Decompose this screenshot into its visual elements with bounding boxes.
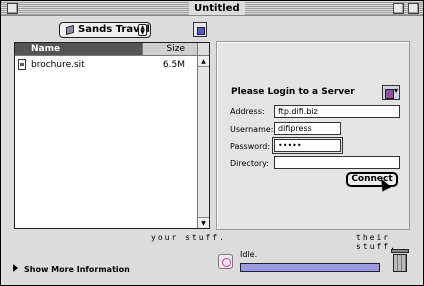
column-size-header[interactable]: Size <box>142 43 197 55</box>
status-text: Idle. <box>240 250 258 259</box>
username-label: Username: <box>230 125 274 134</box>
desktop-button[interactable] <box>193 22 207 37</box>
activity-spinner-icon <box>218 254 233 269</box>
local-file-list[interactable]: Name Size brochure.sit 6.5M ▲ ▼ <box>14 42 210 229</box>
ftp-client-window: Untitled Sands Travel ▲ ▼ Name Size broch… <box>0 0 424 286</box>
trash-icon[interactable] <box>391 249 409 273</box>
window-title: Untitled <box>189 2 245 15</box>
popup-arrows-icon: ▲ ▼ <box>138 24 147 36</box>
progress-bar <box>240 263 380 272</box>
their-stuff-caption: their stuff. <box>356 233 397 251</box>
login-panel <box>216 41 410 230</box>
username-field[interactable]: difipress <box>274 122 341 135</box>
column-name-header[interactable]: Name <box>15 43 142 55</box>
zoom-box[interactable] <box>393 3 404 14</box>
show-more-information-label: Show More Information <box>24 265 130 274</box>
disclosure-triangle-icon[interactable] <box>13 264 18 272</box>
password-field[interactable]: ••••• <box>272 137 343 154</box>
trash-lid <box>391 249 409 253</box>
file-size: 6.5M <box>162 60 185 70</box>
folder-icon <box>66 24 74 36</box>
sort-direction-button[interactable] <box>197 43 209 56</box>
login-heading: Please Login to a Server <box>231 87 355 97</box>
password-label: Password: <box>230 142 271 151</box>
vertical-scrollbar[interactable]: ▲ ▼ <box>197 56 209 228</box>
address-label: Address: <box>230 107 265 116</box>
archive-file-icon <box>18 59 26 70</box>
list-item[interactable]: brochure.sit 6.5M <box>15 59 197 71</box>
server-shortcuts-button[interactable] <box>382 85 400 100</box>
directory-label: Directory: <box>230 159 269 168</box>
list-header: Name Size <box>15 43 197 56</box>
close-box[interactable] <box>7 3 18 14</box>
file-name: brochure.sit <box>31 60 85 70</box>
address-field[interactable]: ftp.difi.biz <box>274 105 400 118</box>
collapse-box[interactable] <box>408 3 419 14</box>
directory-field[interactable] <box>274 156 400 169</box>
progress-bar-fill <box>241 264 379 271</box>
scroll-up-arrow-icon[interactable]: ▲ <box>198 56 209 67</box>
trash-bin <box>393 254 407 272</box>
show-more-information-toggle[interactable]: Show More Information <box>13 264 130 274</box>
your-stuff-caption: your stuff. <box>151 233 226 242</box>
title-bar[interactable]: Untitled <box>1 1 423 16</box>
scroll-down-arrow-icon[interactable]: ▼ <box>198 217 209 228</box>
local-location-popup[interactable]: Sands Travel ▲ ▼ <box>59 22 151 38</box>
